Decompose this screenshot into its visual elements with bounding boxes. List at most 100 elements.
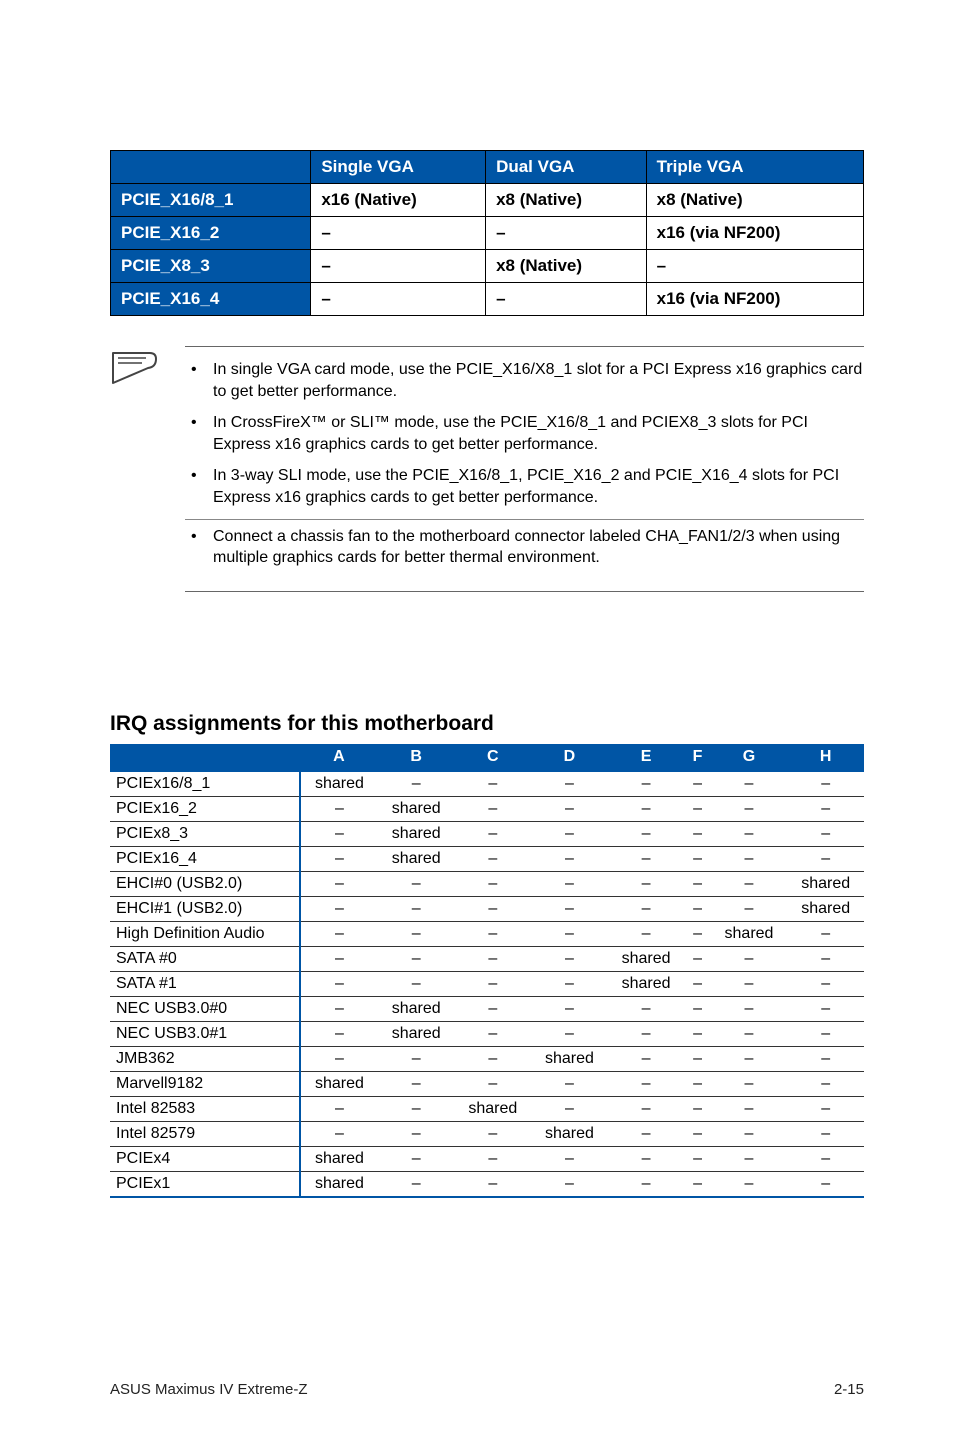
cell: – [711, 871, 788, 896]
cell: – [684, 1121, 710, 1146]
table-row: PCIE_X16_4 – – x16 (via NF200) [111, 283, 864, 316]
bullet-icon: • [185, 465, 213, 508]
table-row: PCIE_X16_2 – – x16 (via NF200) [111, 217, 864, 250]
cell: – [787, 921, 864, 946]
table-row: NEC USB3.0#0–shared–––––– [110, 996, 864, 1021]
cell: – [300, 971, 378, 996]
bullet-icon: • [185, 359, 213, 402]
cell: – [300, 996, 378, 1021]
divider [185, 519, 864, 520]
col-f: F [684, 744, 710, 771]
row-label: PCIE_X16_2 [111, 217, 311, 250]
cell: – [684, 1021, 710, 1046]
cell: – [711, 1071, 788, 1096]
cell: shared [378, 1021, 455, 1046]
row-label: High Definition Audio [110, 921, 300, 946]
row-label: Intel 82579 [110, 1121, 300, 1146]
cell: – [531, 1171, 608, 1197]
row-label: PCIEx8_3 [110, 821, 300, 846]
cell: – [300, 871, 378, 896]
cell: – [378, 946, 455, 971]
cell: – [378, 1046, 455, 1071]
row-label: NEC USB3.0#0 [110, 996, 300, 1021]
cell: – [378, 1071, 455, 1096]
col-c: C [455, 744, 532, 771]
cell: – [787, 1121, 864, 1146]
table-row: PCIEx1shared––––––– [110, 1171, 864, 1197]
cell: – [455, 1021, 532, 1046]
cell: – [531, 946, 608, 971]
cell: – [608, 896, 685, 921]
cell: – [455, 921, 532, 946]
table-row: Marvell9182shared––––––– [110, 1071, 864, 1096]
cell: shared [787, 896, 864, 921]
cell: – [300, 821, 378, 846]
cell: – [608, 1146, 685, 1171]
col-b: B [378, 744, 455, 771]
cell: – [608, 1071, 685, 1096]
cell: – [455, 771, 532, 797]
bullet-icon: • [185, 412, 213, 455]
cell: shared [608, 946, 685, 971]
cell: – [787, 1046, 864, 1071]
cell: shared [531, 1046, 608, 1071]
cell: – [455, 1146, 532, 1171]
cell: shared [455, 1096, 532, 1121]
cell: – [378, 1096, 455, 1121]
cell: – [378, 921, 455, 946]
cell: – [787, 1096, 864, 1121]
note-text: In 3-way SLI mode, use the PCIE_X16/8_1,… [213, 465, 864, 508]
cell: – [608, 1171, 685, 1197]
row-label: Intel 82583 [110, 1096, 300, 1121]
cell: – [531, 896, 608, 921]
cell: – [300, 1121, 378, 1146]
cell: – [311, 283, 486, 316]
cell: shared [378, 796, 455, 821]
row-label: PCIEx16/8_1 [110, 771, 300, 797]
cell: x16 (Native) [311, 184, 486, 217]
table-row: EHCI#1 (USB2.0)–––––––shared [110, 896, 864, 921]
cell: – [684, 971, 710, 996]
cell: – [608, 771, 685, 797]
irq-heading: IRQ assignments for this motherboard [110, 712, 864, 736]
note-text: Connect a chassis fan to the motherboard… [213, 526, 864, 569]
cell: – [455, 796, 532, 821]
table-row: PCIEx16_2–shared–––––– [110, 796, 864, 821]
cell: – [378, 771, 455, 797]
cell: – [300, 1021, 378, 1046]
cell: – [608, 996, 685, 1021]
cell: – [378, 971, 455, 996]
cell: – [300, 1096, 378, 1121]
table-row: PCIEx16_4–shared–––––– [110, 846, 864, 871]
cell: – [787, 796, 864, 821]
cell: – [531, 871, 608, 896]
cell: – [711, 771, 788, 797]
page-footer: ASUS Maximus IV Extreme-Z 2-15 [110, 1381, 864, 1398]
cell: x8 (Native) [646, 184, 863, 217]
cell: shared [608, 971, 685, 996]
cell: – [300, 1046, 378, 1071]
row-label: PCIE_X16/8_1 [111, 184, 311, 217]
list-item: • In 3-way SLI mode, use the PCIE_X16/8_… [185, 465, 864, 508]
table-row: Intel 82579–––shared–––– [110, 1121, 864, 1146]
note-text: In CrossFireX™ or SLI™ mode, use the PCI… [213, 412, 864, 455]
row-label: PCIEx16_4 [110, 846, 300, 871]
cell: x16 (via NF200) [646, 217, 863, 250]
cell: – [711, 896, 788, 921]
cell: – [608, 821, 685, 846]
cell: – [311, 250, 486, 283]
table-row: Intel 82583––shared––––– [110, 1096, 864, 1121]
note-body: • In single VGA card mode, use the PCIE_… [185, 346, 864, 592]
cell: – [684, 1046, 710, 1071]
table-row: NEC USB3.0#1–shared–––––– [110, 1021, 864, 1046]
cell: x8 (Native) [486, 184, 647, 217]
list-item: • In single VGA card mode, use the PCIE_… [185, 359, 864, 402]
cell: – [455, 1046, 532, 1071]
table-row: SATA #1––––shared––– [110, 971, 864, 996]
cell: – [378, 896, 455, 921]
cell: – [711, 996, 788, 1021]
cell: x8 (Native) [486, 250, 647, 283]
cell: – [486, 217, 647, 250]
table-row: JMB362–––shared–––– [110, 1046, 864, 1071]
cell: – [684, 1071, 710, 1096]
